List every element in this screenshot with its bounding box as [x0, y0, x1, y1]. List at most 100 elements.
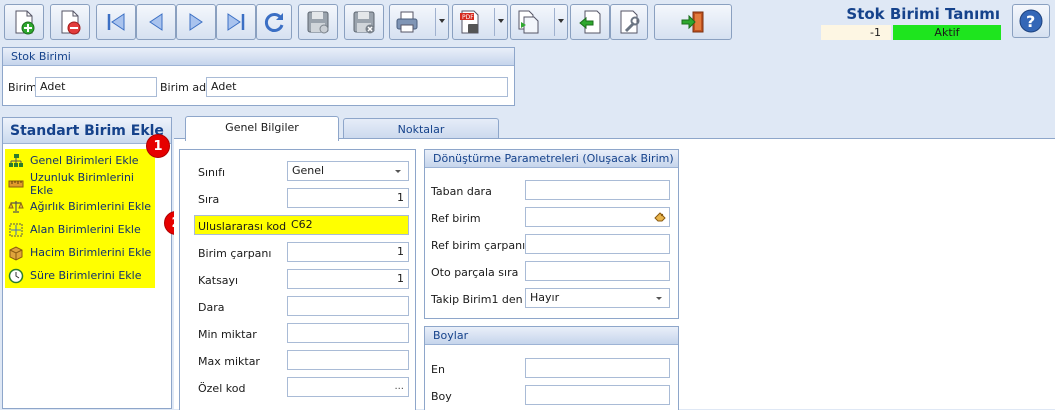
taban-dara-label: Taban dara	[431, 185, 492, 198]
help-icon: ?	[1019, 9, 1043, 33]
hierarchy-icon	[9, 153, 23, 167]
help-button[interactable]: ?	[1012, 4, 1050, 38]
en-field[interactable]	[525, 358, 670, 378]
oto-parcala-sira-field[interactable]	[525, 261, 670, 281]
min-miktar-field[interactable]	[287, 323, 409, 343]
new-record-button[interactable]	[4, 4, 44, 40]
print-icon	[396, 11, 418, 33]
genel-birimleri-ekle-label: Genel Birimleri Ekle	[30, 154, 139, 167]
previous-record-icon	[149, 13, 163, 31]
copy-button[interactable]	[510, 4, 568, 40]
step-badge-1: 1	[146, 134, 170, 158]
birim-carpani-label: Birim çarpanı	[198, 247, 272, 260]
donusturme-group: Dönüştürme Parametreleri (Oluşacak Birim…	[424, 149, 679, 319]
next-record-icon	[189, 13, 203, 31]
stok-birimi-group: Stok Birimi Birim Adet Birim adı Adet	[2, 47, 515, 106]
page-title: Stok Birimi Tanımı	[846, 5, 1000, 23]
hacim-birimlerini-ekle-link[interactable]: Hacim Birimlerini Ekle	[5, 241, 155, 264]
svg-text:PDF: PDF	[462, 14, 474, 21]
katsayi-label: Katsayı	[198, 274, 239, 287]
sira-label: Sıra	[198, 193, 220, 206]
uluslararasi-kodu-field[interactable]: C62	[287, 215, 409, 235]
tools-button[interactable]	[610, 4, 648, 40]
tools-icon	[620, 10, 640, 34]
alan-birimlerini-ekle-link[interactable]: Alan Birimlerini Ekle	[5, 218, 155, 241]
uzunluk-birimlerini-ekle-link[interactable]: Uzunluk Birimlerini Ekle	[5, 170, 155, 197]
ref-birim-carpani-field[interactable]	[525, 234, 670, 254]
box-icon	[9, 245, 23, 261]
agirlik-birimlerini-ekle-link[interactable]: Ağırlık Birimlerini Ekle	[5, 195, 155, 218]
import-button[interactable]	[570, 4, 610, 40]
boy-field[interactable]	[525, 385, 670, 405]
sinifi-select[interactable]: Genel	[287, 161, 409, 181]
exit-button[interactable]	[654, 4, 732, 40]
svg-text:?: ?	[1026, 12, 1035, 31]
status-badge: Aktif	[893, 25, 1001, 40]
agirlik-birimlerini-ekle-label: Ağırlık Birimlerini Ekle	[30, 200, 152, 213]
next-record-button[interactable]	[176, 4, 216, 40]
birim-adi-label: Birim adı	[160, 81, 210, 94]
last-record-button[interactable]	[216, 4, 256, 40]
dara-label: Dara	[198, 301, 225, 314]
boylar-group: Boylar En Boy	[424, 326, 679, 410]
katsayi-field[interactable]: 1	[287, 269, 409, 289]
uzunluk-birimlerini-ekle-label: Uzunluk Birimlerini Ekle	[30, 170, 134, 197]
birim-label: Birim	[8, 81, 37, 94]
oto-parcala-sira-label: Oto parçala sıra	[431, 266, 519, 279]
lookup-icon[interactable]	[653, 210, 667, 224]
takip-birim-label: Takip Birim1 den	[431, 293, 523, 306]
stok-birimi-header: Stok Birimi	[3, 48, 514, 66]
taban-dara-field[interactable]	[525, 180, 670, 200]
sinifi-label: Sınıfı	[198, 166, 225, 179]
standart-birim-header: Standart Birim Ekle	[3, 118, 171, 144]
birim-carpani-field[interactable]: 1	[287, 242, 409, 262]
print-button[interactable]	[389, 4, 449, 40]
sira-field[interactable]: 1	[287, 188, 409, 208]
boylar-header: Boylar	[425, 327, 678, 345]
genel-birimleri-ekle-link[interactable]: Genel Birimleri Ekle	[5, 149, 155, 172]
chevron-down-icon	[395, 170, 401, 173]
tab-content: Sınıfı Genel Sıra 1 Uluslararası kodu C6…	[174, 138, 1055, 410]
tab-genel-bilgiler[interactable]: Genel Bilgiler	[185, 116, 339, 141]
ruler-icon	[8, 180, 24, 187]
ref-birim-carpani-label: Ref birim çarpanı	[431, 239, 526, 252]
previous-record-button[interactable]	[136, 4, 176, 40]
dara-field[interactable]	[287, 296, 409, 316]
refresh-button[interactable]	[256, 4, 292, 40]
first-record-button[interactable]	[96, 4, 136, 40]
ref-birim-label: Ref birim	[431, 212, 481, 225]
birim-field[interactable]: Adet	[35, 77, 157, 97]
save-cancel-icon	[353, 11, 375, 34]
import-icon	[579, 10, 601, 34]
takip-birim-value: Hayır	[530, 291, 560, 304]
sinifi-value: Genel	[292, 164, 325, 177]
first-record-icon	[107, 13, 125, 31]
save-cancel-button[interactable]	[344, 4, 384, 40]
pdf-export-button[interactable]: PDF	[452, 4, 508, 40]
max-miktar-label: Max miktar	[198, 355, 260, 368]
chevron-down-icon	[656, 297, 662, 300]
en-label: En	[431, 363, 445, 376]
refresh-icon	[264, 13, 284, 32]
last-record-icon	[227, 13, 245, 31]
uluslararasi-kodu-label: Uluslararası kodu	[198, 220, 294, 233]
standart-birim-panel: Standart Birim Ekle Genel Birimleri Ekle…	[2, 117, 172, 409]
sure-birimlerini-ekle-label: Süre Birimlerini Ekle	[30, 269, 142, 282]
takip-birim-select[interactable]: Hayır	[525, 288, 670, 308]
new-record-icon	[15, 10, 35, 35]
scale-icon	[8, 200, 24, 213]
record-count: -1	[821, 25, 891, 40]
ozel-kod-field[interactable]: ...	[287, 377, 409, 397]
delete-record-button[interactable]	[50, 4, 90, 40]
standart-birim-list: Genel Birimleri Ekle Uzunluk Birimlerini…	[5, 149, 155, 288]
sure-birimlerini-ekle-link[interactable]: Süre Birimlerini Ekle	[5, 264, 155, 287]
delete-record-icon	[61, 10, 81, 35]
area-icon	[9, 223, 23, 236]
ellipsis-button[interactable]: ...	[394, 378, 404, 396]
ozel-kod-label: Özel kod	[198, 382, 246, 395]
save-button[interactable]	[298, 4, 338, 40]
max-miktar-field[interactable]	[287, 350, 409, 370]
birim-adi-field[interactable]: Adet	[206, 77, 508, 97]
save-icon	[307, 11, 329, 34]
ref-birim-field[interactable]	[525, 207, 670, 227]
